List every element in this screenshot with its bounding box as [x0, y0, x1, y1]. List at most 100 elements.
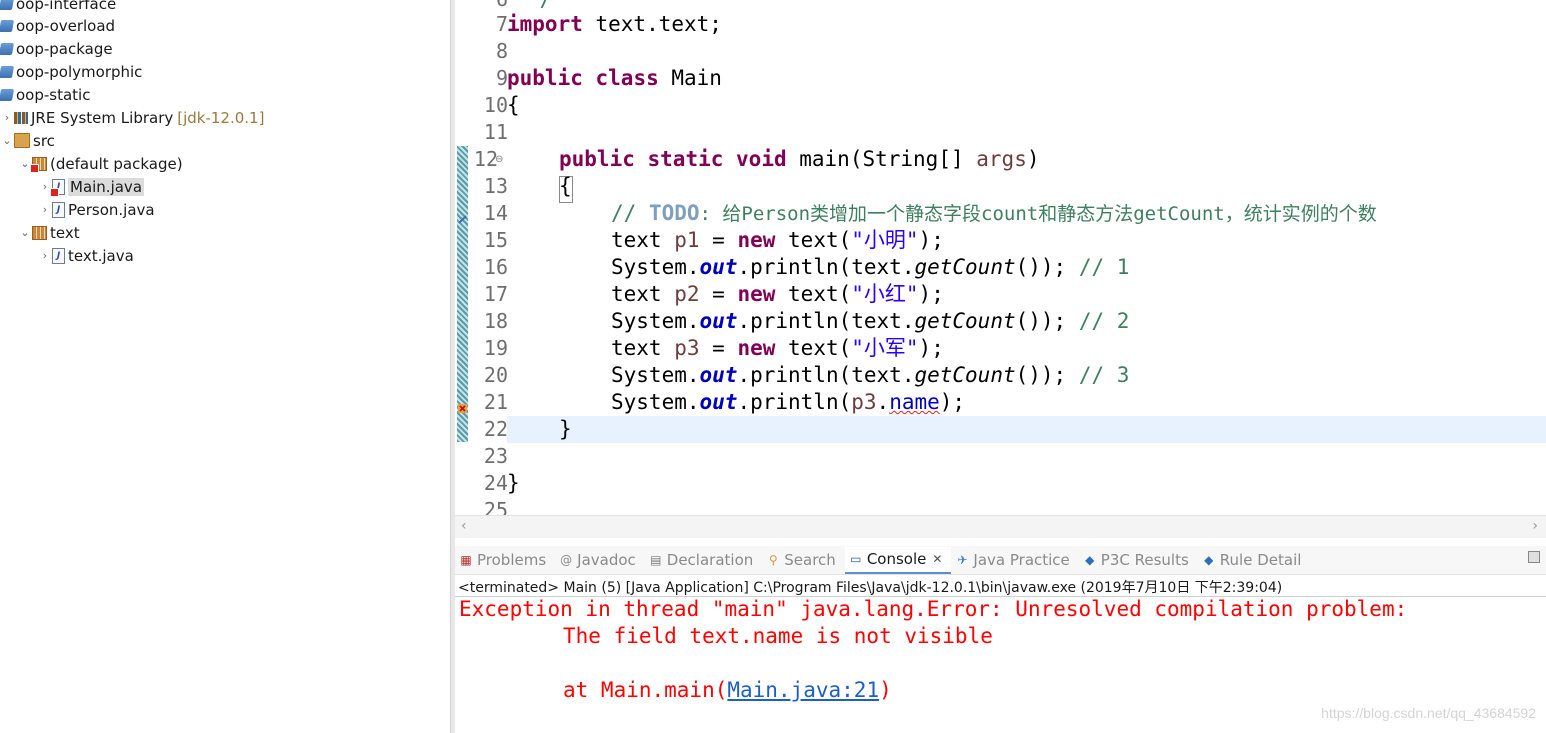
code-text: ()); — [1015, 309, 1079, 333]
tab-problems[interactable]: ▦ Problems — [455, 547, 555, 574]
code-text: = — [699, 228, 738, 252]
scroll-left-icon[interactable]: ‹ — [461, 518, 467, 534]
code-string: "小明" — [851, 228, 919, 252]
tree-item-label: (default package) — [50, 154, 183, 173]
tab-label: Java Practice — [973, 551, 1070, 569]
code-line-16: System.out.println(text.getCount()); // … — [611, 254, 1129, 281]
code-field: out — [699, 255, 738, 279]
tab-p3c-results[interactable]: ◆ P3C Results — [1079, 547, 1198, 574]
chevron-right-icon[interactable]: › — [0, 106, 14, 129]
tree-item-person-java[interactable]: › J Person.java — [38, 198, 155, 221]
code-keyword: class — [595, 66, 659, 90]
line-number: 12 — [473, 147, 498, 171]
tab-label: Javadoc — [577, 551, 636, 569]
tree-item-label: oop-package — [16, 39, 113, 58]
code-text: .println(text. — [737, 255, 915, 279]
tree-item-oop-static[interactable]: oop-static — [0, 83, 90, 106]
code-keyword: public — [559, 147, 635, 171]
code-line-24: } — [507, 471, 520, 495]
code-text: .println( — [737, 390, 852, 414]
declaration-icon: ▤ — [650, 553, 662, 567]
code-error-field[interactable]: name — [889, 390, 940, 414]
chevron-right-icon[interactable]: › — [38, 198, 52, 221]
stack-trace-text: ) — [879, 678, 892, 702]
tree-item-label: oop-polymorphic — [16, 62, 143, 81]
code-text: . — [876, 390, 890, 414]
tree-item-oop-overload[interactable]: oop-overload — [0, 14, 115, 37]
stack-trace-link[interactable]: Main.java:21 — [727, 678, 879, 702]
tree-item-oop-interface[interactable]: oop-interface — [0, 0, 116, 15]
package-icon — [32, 225, 47, 240]
tree-item-label: text.java — [68, 246, 134, 265]
p3c-icon: ◆ — [1085, 553, 1095, 567]
console-output-line: at Main.main(Main.java:21) — [563, 678, 892, 702]
line-number: 18 — [483, 309, 508, 333]
chevron-down-icon[interactable]: ⌄ — [0, 129, 14, 152]
code-text: ); — [918, 282, 944, 306]
tree-item-src[interactable]: ⌄ src — [0, 129, 55, 152]
tree-item-jre-library[interactable]: › JRE System Library [jdk-12.0.1] — [0, 106, 265, 129]
code-line-17: text p2 = new text("小红"); — [611, 281, 944, 308]
code-comment: // 1 — [1078, 255, 1130, 279]
tab-search[interactable]: ⚲ Search — [762, 547, 845, 574]
line-number: 25 — [483, 498, 508, 515]
tree-item-label: Person.java — [68, 200, 155, 219]
code-keyword: import — [507, 12, 583, 36]
code-text: System. — [611, 363, 700, 387]
tree-item-default-package[interactable]: ⌄ (default package) — [18, 152, 183, 175]
tab-console[interactable]: ▭ Console ✕ — [844, 546, 952, 574]
error-badge-icon — [50, 187, 59, 197]
error-marker-icon[interactable] — [458, 398, 467, 413]
chevron-right-icon[interactable]: › — [38, 244, 52, 267]
code-line-20: System.out.println(text.getCount()); // … — [611, 362, 1129, 389]
tab-rule-detail[interactable]: ◆ Rule Detail — [1198, 547, 1311, 574]
code-string: "小军" — [851, 336, 919, 360]
line-number: 17 — [483, 282, 508, 306]
tree-item-main-java[interactable]: › J Main.java — [38, 175, 145, 198]
code-variable: args — [976, 147, 1027, 171]
line-number: 14 — [483, 201, 508, 225]
java-file-icon: J — [52, 201, 65, 218]
library-version: [jdk-12.0.1] — [177, 108, 265, 127]
project-icon — [0, 88, 15, 101]
code-field: out — [699, 363, 738, 387]
java-file-icon: J — [50, 178, 65, 197]
code-comment: // — [611, 201, 649, 225]
code-line-22: } — [559, 417, 572, 441]
code-text: text.text; — [582, 12, 722, 36]
task-marker-icon[interactable] — [458, 209, 467, 224]
code-keyword: new — [737, 282, 776, 306]
code-method: getCount — [914, 363, 1016, 387]
tree-item-oop-package[interactable]: oop-package — [0, 37, 113, 60]
line-number: 16 — [483, 255, 508, 279]
java-file-icon: J — [52, 247, 65, 264]
chevron-down-icon[interactable]: ⌄ — [18, 221, 32, 244]
code-editor[interactable]: ⊖ 6 7 8 9 10 11 12 13 14 15 16 17 18 19 … — [455, 0, 1546, 515]
tree-item-oop-polymorphic[interactable]: oop-polymorphic — [0, 60, 142, 83]
code-text: = — [699, 336, 738, 360]
scroll-right-icon[interactable]: › — [1532, 518, 1538, 534]
tree-item-label: JRE System Library — [31, 108, 174, 127]
tree-item-label: oop-overload — [16, 16, 116, 35]
horizontal-scrollbar[interactable]: ‹ › — [455, 515, 1546, 538]
code-line-7: import text.text; — [507, 11, 722, 38]
tab-javadoc[interactable]: @ Javadoc — [555, 547, 645, 574]
tree-item-text-java[interactable]: › J text.java — [38, 244, 134, 267]
project-icon — [0, 42, 15, 55]
close-icon[interactable]: ✕ — [932, 552, 942, 566]
tab-java-practice[interactable]: ✈ Java Practice — [951, 547, 1078, 574]
line-number: 7 — [495, 12, 508, 36]
project-icon — [0, 0, 15, 10]
minimize-icon[interactable] — [1528, 551, 1540, 563]
line-number: 23 — [483, 444, 508, 468]
line-number: 21 — [483, 390, 508, 414]
code-text: text — [611, 336, 675, 360]
project-icon — [0, 65, 15, 78]
tree-item-text-package[interactable]: ⌄ text — [18, 221, 79, 244]
code-text: text( — [775, 282, 852, 306]
code-line-18: System.out.println(text.getCount()); // … — [611, 308, 1129, 335]
watermark: https://blog.csdn.net/qq_43684592 — [1321, 705, 1536, 721]
code-text: ) — [1026, 147, 1040, 171]
tab-declaration[interactable]: ▤ Declaration — [645, 547, 762, 574]
javadoc-icon: @ — [560, 553, 573, 567]
